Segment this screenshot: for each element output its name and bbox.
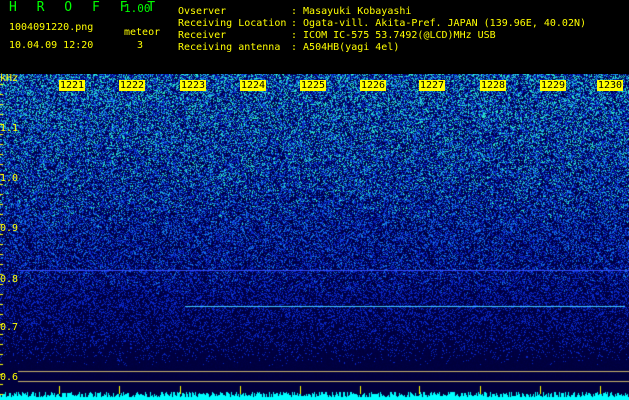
app-version: 1.00 (124, 2, 151, 15)
location-value: : Ogata-vill. Akita-Pref. JAPAN (139.96E… (291, 18, 587, 29)
location-label: Receiving Location (178, 18, 287, 29)
file-datetime: 10.04.09 12:20 (9, 40, 94, 51)
freq-tick-1-0: 1.0 (0, 173, 19, 184)
spectrogram (0, 74, 629, 400)
time-tick-1222: 1222 (119, 80, 146, 91)
time-tick-1223: 1223 (180, 80, 207, 91)
receiver-value: : ICOM IC-575 53.7492(@LCD)MHz USB (291, 30, 496, 41)
time-tick-1227: 1227 (419, 80, 446, 91)
observer-label: Ovserver (178, 6, 227, 17)
meteor-label: meteor (124, 27, 161, 38)
antenna-value: : A504HB(yagi 4el) (291, 42, 400, 53)
antenna-label: Receiving antenna (178, 42, 281, 53)
freq-tick-1-1: 1.1 (0, 123, 19, 134)
time-tick-1224: 1224 (240, 80, 267, 91)
time-tick-1226: 1226 (360, 80, 387, 91)
time-tick-1228: 1228 (480, 80, 507, 91)
time-tick-1221: 1221 (59, 80, 86, 91)
khz-unit-label: kHz (0, 73, 19, 84)
time-tick-1230: 1230 (597, 80, 624, 91)
meteor-count: 3 (137, 40, 144, 51)
file-name: 1004091220.png (9, 22, 94, 33)
freq-tick-0-6: 0.6 (0, 372, 19, 383)
observer-value: : Masayuki Kobayashi (291, 6, 412, 17)
time-tick-1229: 1229 (540, 80, 567, 91)
time-tick-1225: 1225 (300, 80, 327, 91)
freq-tick-0-8: 0.8 (0, 274, 19, 285)
receiver-label: Receiver (178, 30, 227, 41)
freq-tick-0-7: 0.7 (0, 322, 19, 333)
freq-tick-0-9: 0.9 (0, 223, 19, 234)
